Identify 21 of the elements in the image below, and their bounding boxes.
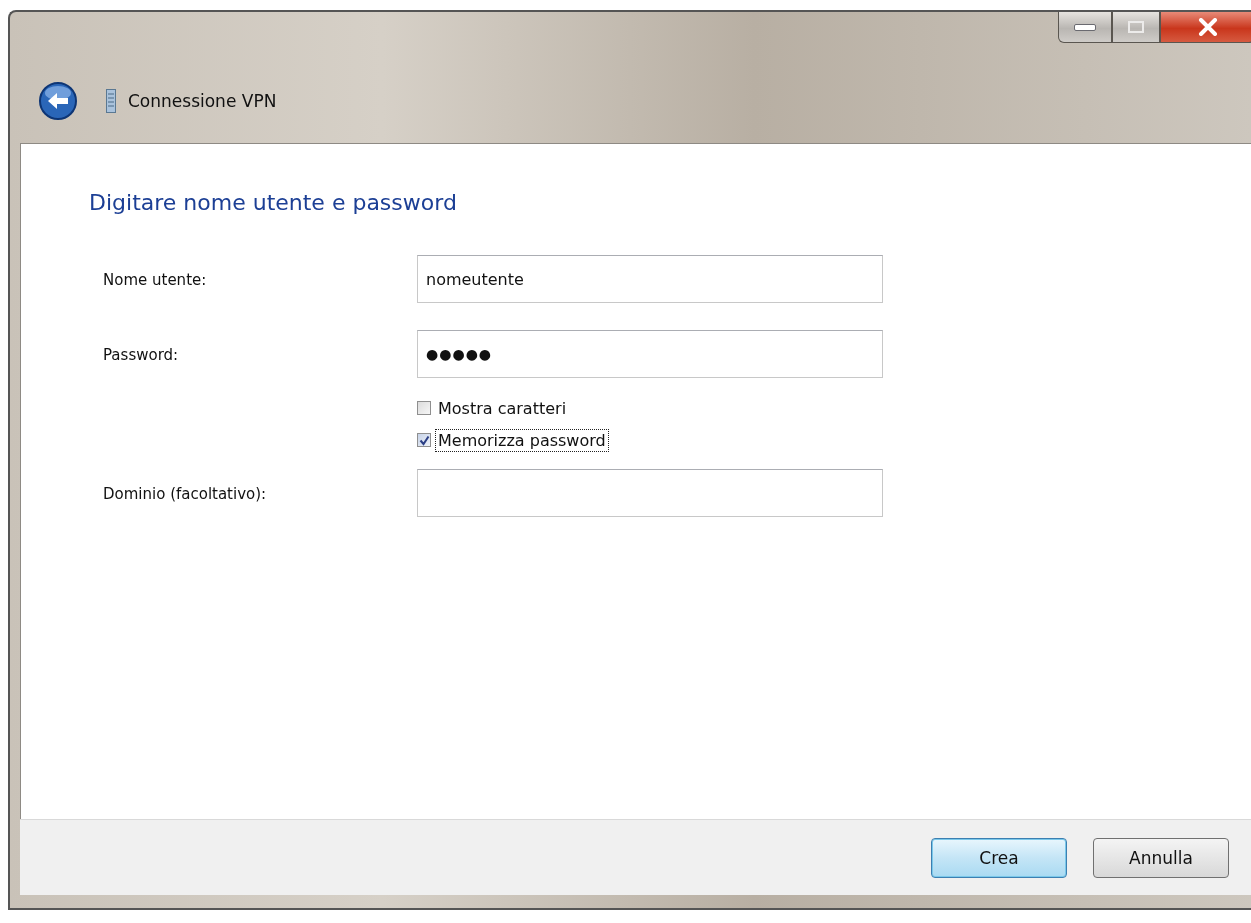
checkbox-label[interactable]: Mostra caratteri	[435, 396, 570, 420]
window-title: Connessione VPN	[128, 91, 277, 111]
dialog-button[interactable]: Annulla	[1093, 837, 1229, 878]
maximize-icon	[1128, 21, 1144, 33]
input-field[interactable]: nomeutente	[417, 255, 883, 303]
dialog-heading: Digitare nome utente e password	[89, 190, 458, 215]
field-label: Nome utente:	[103, 270, 208, 291]
checkbox[interactable]	[417, 401, 431, 415]
dialog-button[interactable]: Crea	[931, 837, 1067, 878]
password-field[interactable]: ●●●●●	[417, 330, 883, 378]
maximize-button[interactable]	[1112, 12, 1160, 43]
minimize-button[interactable]	[1058, 12, 1112, 43]
checkbox[interactable]	[417, 433, 431, 447]
close-button[interactable]	[1160, 12, 1251, 43]
field-label: Password:	[103, 345, 180, 366]
minimize-icon	[1074, 23, 1096, 31]
server-icon	[106, 89, 116, 113]
input-field[interactable]	[417, 469, 883, 517]
field-label: Dominio (facoltativo):	[103, 484, 268, 505]
checkbox-label[interactable]: Memorizza password	[435, 428, 609, 452]
close-icon	[1196, 18, 1219, 36]
